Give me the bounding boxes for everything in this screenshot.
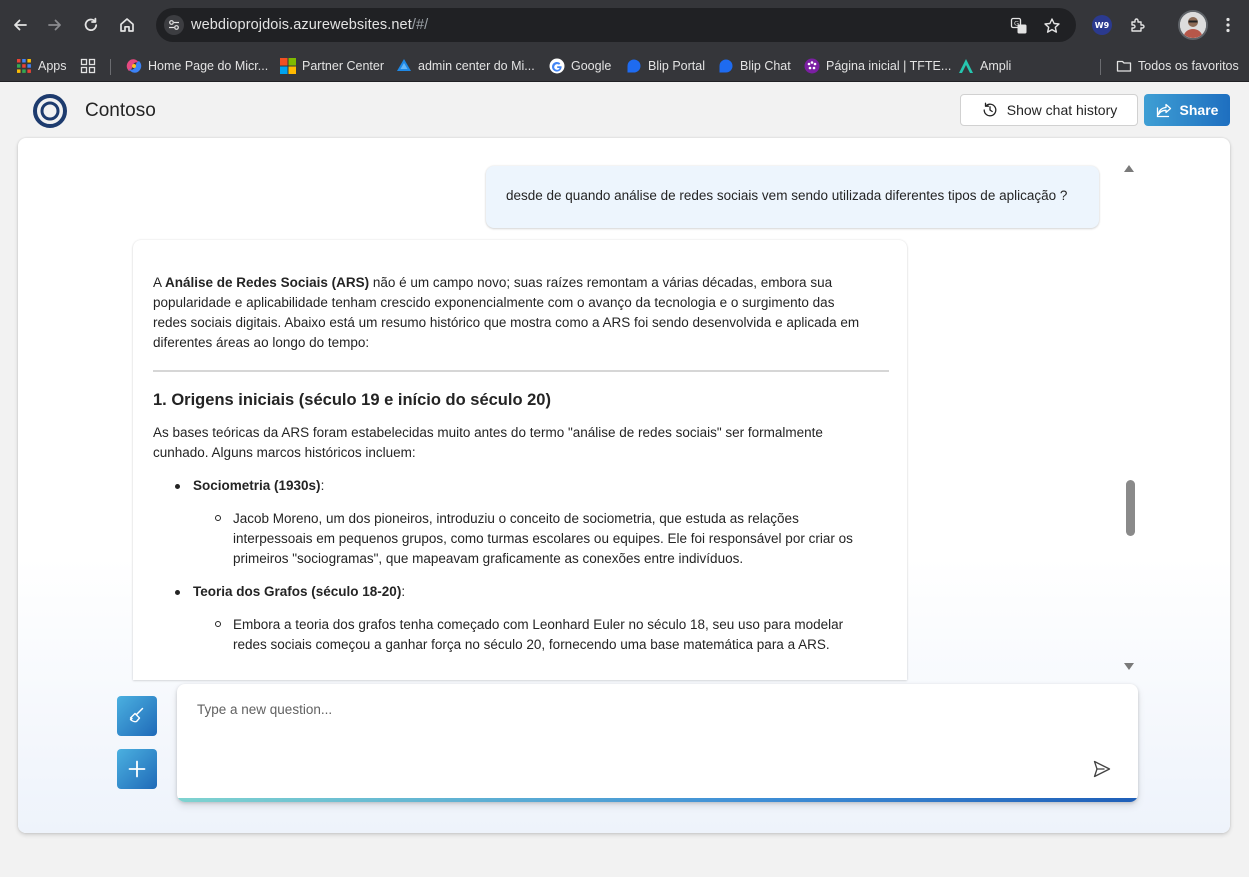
scrollbar-thumb[interactable] xyxy=(1126,480,1135,536)
user-message: desde de quando análise de redes sociais… xyxy=(486,166,1099,228)
answer-heading: 1. Origens iniciais (século 19 e início … xyxy=(153,391,551,409)
bookmark-tab-groups[interactable] xyxy=(80,54,96,78)
blip-icon xyxy=(718,58,734,74)
browser-menu-icon[interactable] xyxy=(1215,12,1241,38)
url-host: webdioprojdois.azurewebsites.net xyxy=(191,17,412,33)
forward-arrow-icon xyxy=(48,19,61,31)
bookmark-label: Blip Chat xyxy=(740,59,791,73)
azure-ad-icon xyxy=(396,58,412,74)
show-chat-history-button[interactable]: Show chat history xyxy=(960,94,1138,126)
bookmark-google[interactable]: Google xyxy=(549,54,611,78)
question-input[interactable] xyxy=(197,699,1077,719)
address-bar[interactable]: webdioprojdois.azurewebsites.net/#/ G xyxy=(156,8,1076,42)
profile-avatar[interactable] xyxy=(1178,10,1208,40)
tfte-icon xyxy=(804,58,820,74)
bookmark-label: Página inicial | TFTE... xyxy=(826,59,952,73)
bookmark-label: Partner Center xyxy=(302,59,384,73)
history-icon xyxy=(983,102,997,117)
answer-divider xyxy=(153,370,889,372)
extension-badge: W9 xyxy=(1092,15,1112,35)
bookmark-all-favorites[interactable]: Todos os favoritos xyxy=(1116,54,1239,78)
translate-icon[interactable]: G xyxy=(1009,16,1029,36)
send-button[interactable] xyxy=(1090,757,1114,781)
bookmark-label: admin center do Mi... xyxy=(418,59,535,73)
ampli-icon xyxy=(958,58,974,74)
chat-panel: desde de quando análise de redes sociais… xyxy=(18,138,1230,833)
bookmark-home-page-microsoft[interactable]: Home Page do Micr... xyxy=(126,54,268,78)
answer-bullet-sociometria: Sociometria (1930s): xyxy=(153,476,889,496)
answer-subbullet-euler: Embora a teoria dos grafos tenha começad… xyxy=(153,615,889,655)
scroll-down-arrow-icon[interactable] xyxy=(1124,663,1134,670)
url-text[interactable]: webdioprojdois.azurewebsites.net/#/ xyxy=(191,17,428,33)
home-button[interactable] xyxy=(114,12,140,38)
reload-icon xyxy=(84,17,98,31)
copilot-icon xyxy=(126,58,142,74)
bookmark-label: Todos os favoritos xyxy=(1138,59,1239,73)
bookmark-apps[interactable]: Apps xyxy=(16,54,67,78)
bookmark-pagina-inicial[interactable]: Página inicial | TFTE... xyxy=(804,54,951,78)
apps-grid-icon xyxy=(16,58,32,74)
w9-extension-icon[interactable]: W9 xyxy=(1089,12,1115,38)
send-icon xyxy=(1093,760,1111,778)
forward-button[interactable] xyxy=(42,12,68,38)
bookmarks-bar: Apps Home Page do Micr... Partner Center… xyxy=(0,50,1249,82)
clear-chat-button[interactable] xyxy=(117,696,157,736)
answer-intro-bold: Análise de Redes Sociais (ARS) xyxy=(165,275,370,290)
answer-intro: A Análise de Redes Sociais (ARS) não é u… xyxy=(153,275,860,350)
assistant-answer: A Análise de Redes Sociais (ARS) não é u… xyxy=(133,240,907,680)
scroll-up-arrow-icon[interactable] xyxy=(1124,165,1134,172)
google-icon xyxy=(549,58,565,74)
share-label: Share xyxy=(1179,102,1219,118)
bookmark-label: Google xyxy=(571,59,612,73)
bookmark-ampli[interactable]: Ampli xyxy=(958,54,1011,78)
bookmark-admin-center[interactable]: admin center do Mi... xyxy=(396,54,535,78)
answer-bullet-teoria-grafos: Teoria dos Grafos (século 18-20): xyxy=(153,582,889,602)
bookmark-label: Blip Portal xyxy=(648,59,705,73)
share-icon xyxy=(1156,103,1171,117)
url-path: /#/ xyxy=(411,17,429,33)
browser-toolbar: webdioprojdois.azurewebsites.net/#/ G W9 xyxy=(0,0,1249,50)
folder-icon xyxy=(1116,58,1132,74)
blip-icon xyxy=(626,58,642,74)
share-button[interactable]: Share xyxy=(1144,94,1230,126)
composer-accent-bar xyxy=(177,798,1138,802)
reload-button[interactable] xyxy=(78,12,104,38)
question-composer xyxy=(177,684,1138,802)
bookmark-blip-portal[interactable]: Blip Portal xyxy=(626,54,705,78)
back-arrow-icon xyxy=(14,19,27,31)
tab-groups-icon xyxy=(80,58,96,74)
broom-icon xyxy=(129,707,144,723)
bookmark-partner-center[interactable]: Partner Center xyxy=(280,54,384,78)
show-chat-history-label: Show chat history xyxy=(1006,102,1118,118)
home-icon xyxy=(120,18,134,32)
bookmark-star-icon[interactable] xyxy=(1042,16,1062,36)
bookmark-separator xyxy=(110,59,111,75)
bookmark-label: Apps xyxy=(38,59,67,73)
bookmark-blip-chat[interactable]: Blip Chat xyxy=(718,54,791,78)
app-header: Contoso Show chat history Share xyxy=(0,83,1249,137)
answer-paragraph: As bases teóricas da ARS foram estabelec… xyxy=(153,425,823,460)
new-chat-button[interactable] xyxy=(117,749,157,789)
answer-subbullet-moreno: Jacob Moreno, um dos pioneiros, introduz… xyxy=(153,509,889,569)
app-brand-title: Contoso xyxy=(85,100,156,121)
site-info-icon[interactable] xyxy=(164,15,184,35)
bookmark-label: Ampli xyxy=(980,59,1012,73)
extensions-puzzle-icon[interactable] xyxy=(1125,12,1151,38)
plus-icon xyxy=(128,760,146,778)
bookmark-label: Home Page do Micr... xyxy=(148,59,269,73)
contoso-logo-icon xyxy=(33,94,67,128)
bookmark-separator xyxy=(1100,59,1101,75)
microsoft-logo-icon xyxy=(280,58,296,74)
back-button[interactable] xyxy=(7,12,33,38)
svg-text:G: G xyxy=(1014,20,1019,28)
